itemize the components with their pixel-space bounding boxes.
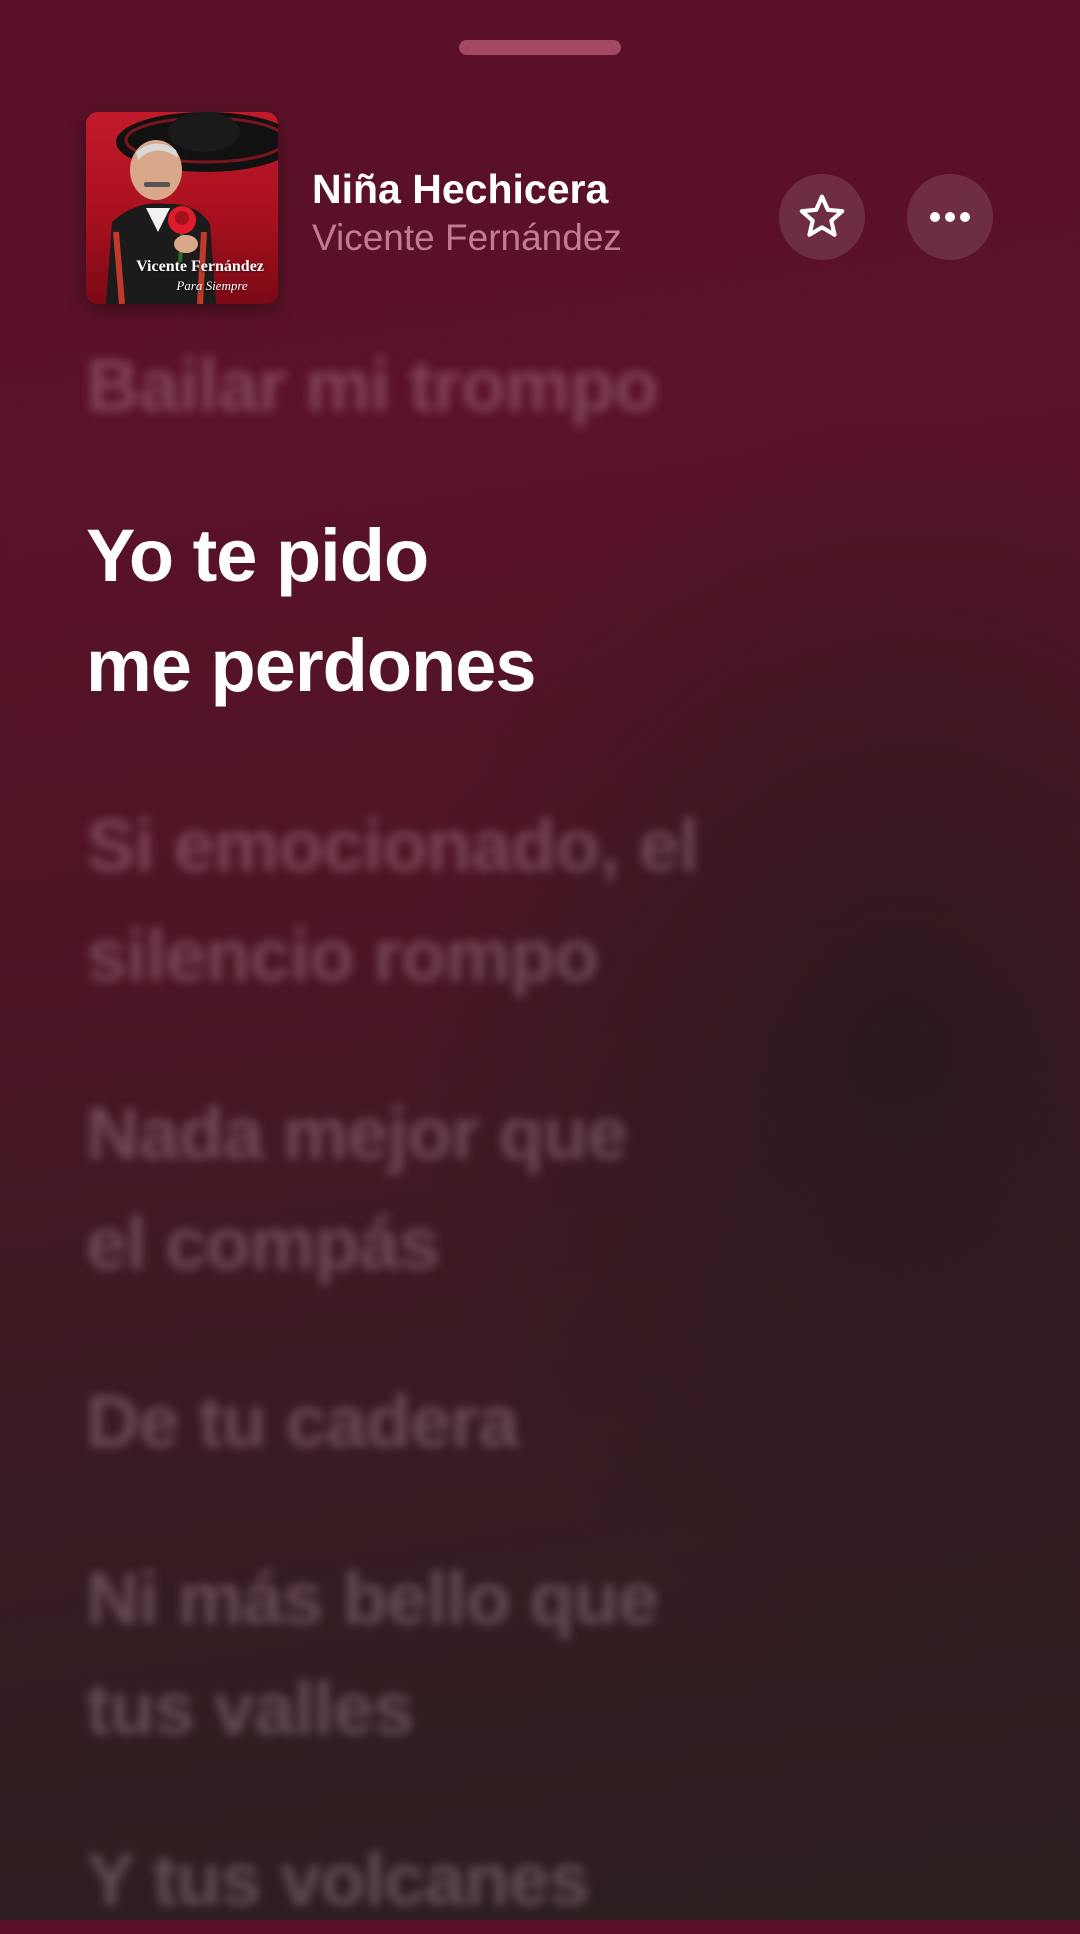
more-options-button[interactable] (907, 174, 993, 260)
lyric-line-upcoming[interactable]: silencio rompo (86, 902, 599, 1010)
now-playing-header: Vicente Fernández Para Siempre Niña Hech… (86, 112, 994, 306)
song-info: Niña Hechicera Vicente Fernández (312, 164, 622, 262)
ellipsis-icon (930, 212, 970, 222)
lyric-line-upcoming[interactable]: Ni más bello que (86, 1545, 659, 1653)
favorite-button[interactable] (779, 174, 865, 260)
lyric-line-current[interactable]: Yo te pido (86, 502, 429, 610)
artwork-album-text: Para Siempre (176, 278, 248, 293)
song-title[interactable]: Niña Hechicera (312, 164, 622, 214)
sheet-grabber[interactable] (459, 40, 621, 55)
lyric-line-past[interactable]: Bailar mi trompo (86, 332, 659, 440)
song-artist[interactable]: Vicente Fernández (312, 214, 622, 262)
artwork-artist-text: Vicente Fernández (136, 258, 264, 275)
lyric-line-upcoming[interactable]: el compás (86, 1190, 440, 1298)
lyric-line-upcoming[interactable]: tus valles (86, 1655, 414, 1763)
lyric-line-upcoming[interactable]: Nada mejor que (86, 1080, 628, 1188)
lyric-line-current[interactable]: me perdones (86, 612, 537, 720)
lyric-line-upcoming[interactable]: Y tus volcanes (86, 1826, 590, 1934)
star-icon (799, 194, 845, 237)
lyric-line-upcoming[interactable]: De tu cadera (86, 1368, 519, 1476)
lyric-line-upcoming[interactable]: Si emocionado, el (86, 792, 699, 900)
album-artwork[interactable]: Vicente Fernández Para Siempre (86, 112, 278, 304)
